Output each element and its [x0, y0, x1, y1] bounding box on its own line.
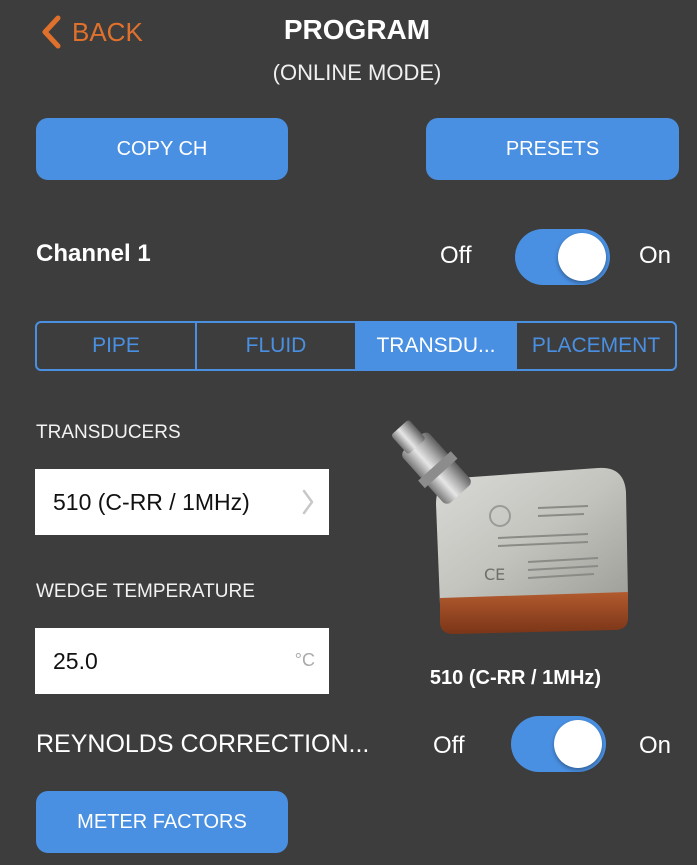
transducer-image: CE [391, 420, 628, 634]
temperature-unit: °C [294, 650, 315, 670]
presets-button[interactable]: PRESETS [426, 118, 679, 180]
channel-label: Channel 1 [36, 240, 151, 267]
tab-bar: PIPE FLUID TRANSDU... PLACEMENT [35, 321, 677, 371]
channel-on-label: On [639, 242, 672, 269]
transducer-caption: 510 (C-RR / 1MHz) [429, 667, 602, 689]
reynolds-toggle[interactable] [511, 716, 606, 772]
meter-factors-button[interactable]: METER FACTORS [36, 791, 288, 853]
copy-channel-button[interactable]: COPY CH [36, 118, 288, 180]
transducers-label: TRANSDUCERS [36, 422, 181, 443]
reynolds-correction-label: REYNOLDS CORRECTION... [36, 730, 370, 758]
channel-toggle[interactable] [515, 229, 610, 285]
tab-transducers[interactable]: TRANSDU... [357, 323, 517, 369]
reynolds-on-label: On [639, 732, 672, 759]
tab-fluid[interactable]: FLUID [197, 323, 357, 369]
toggle-knob [554, 720, 602, 768]
page-subtitle: (ONLINE MODE) [272, 60, 442, 85]
svg-text:CE: CE [484, 565, 505, 584]
toggle-knob [558, 233, 606, 281]
reynolds-off-label: Off [433, 732, 465, 759]
transducer-value: 510 (C-RR / 1MHz) [53, 488, 250, 515]
channel-off-label: Off [440, 242, 472, 269]
chevron-right-icon [302, 489, 314, 515]
tab-pipe[interactable]: PIPE [37, 323, 197, 369]
wedge-temperature-input[interactable]: 25.0 °C [35, 628, 329, 694]
page-title: PROGRAM [283, 14, 431, 45]
tab-placement[interactable]: PLACEMENT [517, 323, 675, 369]
wedge-temperature-label: WEDGE TEMPERATURE [36, 581, 255, 602]
transducer-select[interactable]: 510 (C-RR / 1MHz) [35, 469, 329, 535]
wedge-temperature-value: 25.0 [53, 647, 98, 674]
